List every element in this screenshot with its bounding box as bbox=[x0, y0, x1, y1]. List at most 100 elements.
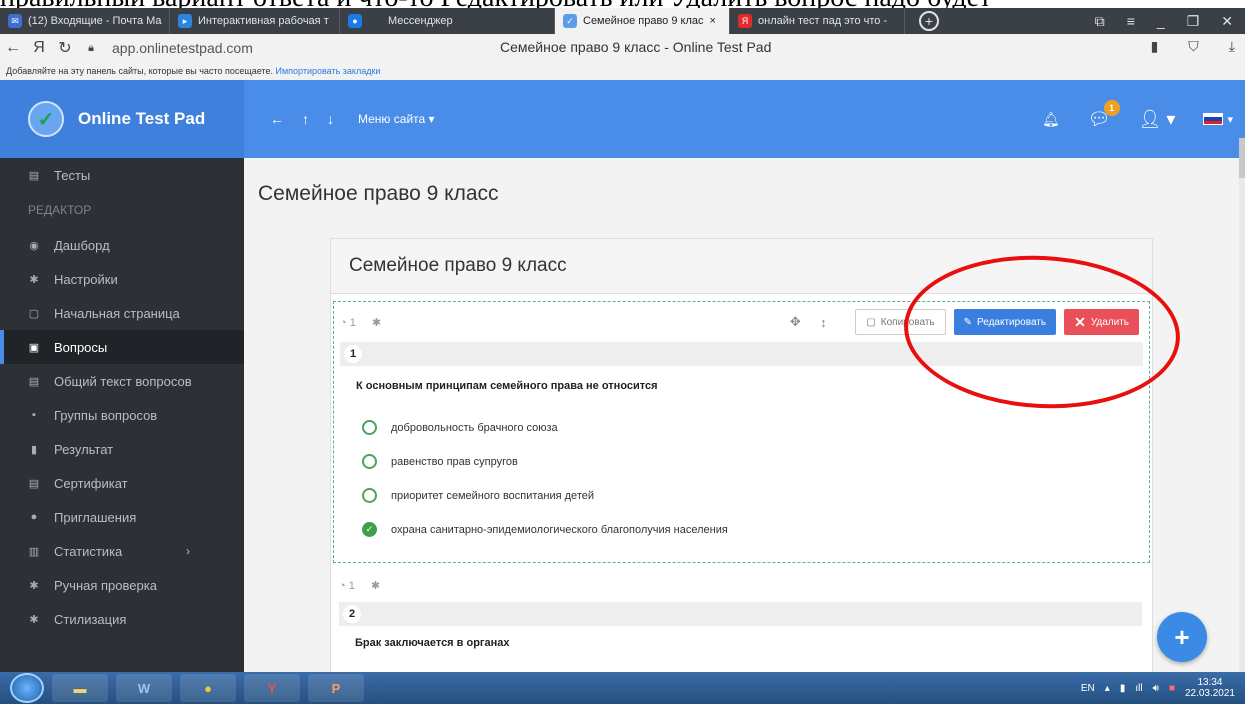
sidebar-item-certificate[interactable]: ▤ Сертификат bbox=[0, 466, 244, 500]
sidebar-item-tests[interactable]: ▤ Тесты bbox=[0, 158, 244, 192]
add-question-button[interactable]: + bbox=[1157, 612, 1207, 662]
back-icon[interactable]: ← bbox=[0, 39, 26, 57]
edit-button[interactable]: ✎ Редактировать bbox=[953, 309, 1057, 335]
score-count: 1 bbox=[348, 579, 355, 592]
answer-option[interactable]: добровольность брачного союза bbox=[362, 420, 558, 435]
sidebar-item-label: Статистика bbox=[54, 543, 123, 559]
sidebar-item-statistics[interactable]: ▥ Статистика › bbox=[0, 534, 244, 568]
restore-icon[interactable]: ❐ bbox=[1187, 13, 1200, 30]
close-tab-icon[interactable]: × bbox=[709, 15, 715, 27]
header-nav: ← ↑ ↓ Меню сайта ▾ bbox=[270, 80, 435, 158]
copy-button[interactable]: ▢ Копировать bbox=[855, 309, 946, 335]
sidebar-item-shared-text[interactable]: ▤ Общий текст вопросов bbox=[0, 364, 244, 398]
powerpoint-icon[interactable]: P bbox=[308, 674, 364, 702]
result-icon: ▮ bbox=[30, 443, 38, 456]
back-arrow-icon[interactable]: ← bbox=[270, 111, 284, 127]
cropped-document-text: правильный вариант ответа и что-то Редак… bbox=[0, 0, 1245, 8]
tabs-icon[interactable]: ⧉ bbox=[1095, 13, 1105, 30]
radio-button[interactable] bbox=[362, 420, 377, 435]
site-menu-dropdown[interactable]: Меню сайта ▾ bbox=[358, 112, 435, 126]
down-arrow-icon[interactable]: ↓ bbox=[327, 111, 334, 127]
paw-icon: ✱ bbox=[29, 579, 39, 592]
move-icon[interactable]: ✥ bbox=[785, 314, 805, 330]
chat-icon[interactable]: 💬︎ 1 bbox=[1088, 99, 1120, 130]
bookmarks-bar: Добавляйте на эту панель сайты, которые … bbox=[0, 62, 1245, 80]
reload-icon[interactable]: ↻ bbox=[52, 38, 78, 58]
sidebar-item-label: Ручная проверка bbox=[54, 577, 157, 593]
sidebar-item-manual-check[interactable]: ✱ Ручная проверка bbox=[0, 568, 244, 602]
tray-arrow-icon[interactable]: ▴ bbox=[1105, 683, 1110, 694]
sidebar-item-label: Стилизация bbox=[54, 611, 127, 627]
word-icon[interactable]: W bbox=[116, 674, 172, 702]
import-bookmarks-link[interactable]: Импортировать закладки bbox=[276, 66, 381, 76]
signal-icon[interactable]: ıll bbox=[1135, 683, 1142, 694]
tab-search[interactable]: Я онлайн тест пад это что - bbox=[730, 8, 905, 34]
scrollbar[interactable] bbox=[1239, 158, 1245, 672]
minimize-icon[interactable]: _ bbox=[1157, 13, 1165, 30]
tab-messenger[interactable]: ● Мессенджер bbox=[340, 8, 555, 34]
explorer-icon[interactable]: ▬ bbox=[52, 674, 108, 702]
start-button[interactable] bbox=[10, 673, 44, 703]
window-controls: ⧉ ≡ _ ❐ ✕ bbox=[1095, 13, 1245, 30]
sidebar-item-question-groups[interactable]: ▪ Группы вопросов bbox=[0, 398, 244, 432]
sidebar-item-settings[interactable]: ✱ Настройки bbox=[0, 262, 244, 296]
sidebar-item-styling[interactable]: ✱ Стилизация bbox=[0, 602, 244, 636]
score-pie-icon: ◔ 1 bbox=[339, 579, 355, 592]
radio-button[interactable] bbox=[362, 488, 377, 503]
gear-icon: ✱ bbox=[29, 273, 39, 286]
copy-label: Копировать bbox=[880, 316, 935, 328]
clock[interactable]: 13:34 22.03.2021 bbox=[1185, 677, 1235, 699]
question-number: 1 bbox=[344, 345, 362, 363]
up-arrow-icon[interactable]: ↑ bbox=[302, 111, 309, 127]
close-window-icon[interactable]: ✕ bbox=[1221, 13, 1233, 30]
copy-icon: ▢ bbox=[866, 316, 876, 328]
card-title: Семейное право 9 класс bbox=[331, 239, 1152, 294]
scrollbar-thumb[interactable] bbox=[1239, 138, 1245, 178]
browser-tab-bar: ✉ (12) Входящие - Почта Ма ▸ Интерактивн… bbox=[0, 8, 1245, 34]
question-meta: ◔ 1 ✱ bbox=[339, 579, 381, 593]
check-circle-icon[interactable]: ✓ bbox=[362, 522, 377, 537]
bell-icon[interactable]: 🔔︎ bbox=[1042, 111, 1060, 128]
protect-icon[interactable]: ⛉ bbox=[1188, 38, 1199, 55]
taskbar: ▬ W ● Y P EN ▴ ▮ ıll 🔊︎ ■ 13:34 22.03.20… bbox=[0, 672, 1245, 704]
answer-option[interactable]: приоритет семейного воспитания детей bbox=[362, 488, 594, 503]
tab-worksheet[interactable]: ▸ Интерактивная рабочая т bbox=[170, 8, 340, 34]
sidebar-item-label: Вопросы bbox=[54, 339, 108, 355]
network-icon[interactable]: ▮ bbox=[1120, 683, 1126, 694]
new-tab-icon[interactable]: + bbox=[919, 11, 939, 31]
language-flag-icon[interactable]: ▾ bbox=[1203, 113, 1233, 126]
url-field[interactable]: app.onlinetestpad.com bbox=[112, 40, 253, 56]
download-icon[interactable]: ⤓ bbox=[1229, 38, 1235, 55]
sidebar-item-questions[interactable]: ▣ Вопросы bbox=[0, 330, 244, 364]
sidebar-item-result[interactable]: ▮ Результат bbox=[0, 432, 244, 466]
language-indicator[interactable]: EN bbox=[1081, 683, 1095, 694]
brand[interactable]: ✓ Online Test Pad bbox=[0, 80, 244, 158]
add-user-icon: ● bbox=[30, 511, 38, 523]
user-icon[interactable]: 👤︎ ▾ bbox=[1139, 109, 1176, 130]
yandex-logo-icon[interactable]: Я bbox=[26, 39, 52, 57]
delete-button[interactable]: ✕ Удалить bbox=[1064, 309, 1139, 335]
asterisk-icon: ✱ bbox=[370, 580, 381, 592]
bookmark-icon[interactable]: ▮ bbox=[1151, 38, 1159, 55]
tab-active-family-law[interactable]: ✓ Семейное право 9 клас × bbox=[555, 8, 730, 34]
question-icon: ▣ bbox=[28, 341, 40, 354]
question-block: ◔ 1 ✱ 2 Брак заключается в органах bbox=[333, 569, 1150, 672]
question-meta: ◔ 1 ✱ bbox=[340, 316, 381, 330]
sidebar-item-label: Приглашения bbox=[54, 509, 137, 525]
answer-option-correct[interactable]: ✓ охрана санитарно-эпидемиологического б… bbox=[362, 522, 728, 537]
question-block: ◔ 1 ✱ ✥ ↕ ▢ Копировать ✎ Редактировать ✕ Уд… bbox=[333, 301, 1150, 563]
test-card: Семейное право 9 класс ◔ 1 ✱ ✥ ↕ ▢ Копиро… bbox=[330, 238, 1153, 672]
sidebar-item-label: Начальная страница bbox=[54, 305, 180, 321]
chrome-icon[interactable]: ● bbox=[180, 674, 236, 702]
tab-mail[interactable]: ✉ (12) Входящие - Почта Ма bbox=[0, 8, 170, 34]
radio-button[interactable] bbox=[362, 454, 377, 469]
app-tray-icon[interactable]: ■ bbox=[1169, 683, 1175, 694]
sidebar-item-dashboard[interactable]: ◉ Дашборд bbox=[0, 228, 244, 262]
sidebar-item-start-page[interactable]: ▢ Начальная страница bbox=[0, 296, 244, 330]
sidebar-item-invitations[interactable]: ● Приглашения bbox=[0, 500, 244, 534]
volume-icon[interactable]: 🔊︎ bbox=[1153, 683, 1159, 694]
menu-icon[interactable]: ≡ bbox=[1127, 13, 1135, 30]
reorder-icon[interactable]: ↕ bbox=[813, 315, 833, 330]
yandex-browser-icon[interactable]: Y bbox=[244, 674, 300, 702]
answer-option[interactable]: равенство прав супругов bbox=[362, 454, 518, 469]
